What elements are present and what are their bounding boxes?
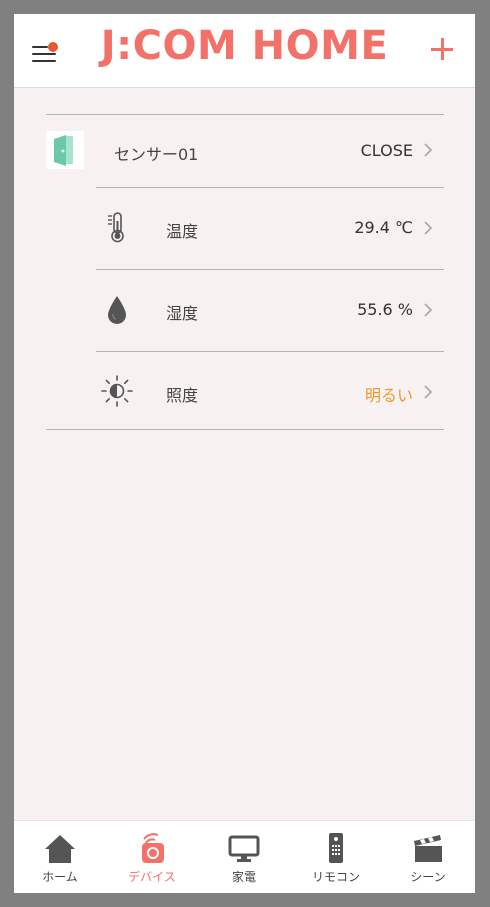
monitor-icon — [228, 835, 260, 862]
reading-row-humidity[interactable]: 湿度 55.6 % — [14, 270, 475, 351]
list-bottom-divider — [46, 429, 444, 430]
tab-remote[interactable]: リモコン — [290, 821, 382, 893]
bottom-tab-bar: ホーム デバイス 家電 リモコン シーン — [14, 820, 475, 893]
tab-label: ホーム — [42, 870, 78, 884]
device-icon — [142, 833, 164, 863]
reading-label: 湿度 — [166, 304, 199, 323]
tab-label: デバイス — [128, 870, 176, 884]
tab-label: リモコン — [311, 870, 360, 884]
app-logo: J:COM HOME — [100, 23, 389, 69]
add-button[interactable] — [427, 34, 457, 64]
tab-label: 家電 — [231, 870, 256, 884]
thermometer-icon — [108, 212, 124, 243]
tab-label: シーン — [410, 870, 446, 884]
app-header: J:COM HOME — [14, 14, 475, 88]
device-row-sensor01[interactable]: センサー01 CLOSE — [14, 114, 475, 188]
reading-row-illuminance[interactable]: 照度 明るい — [14, 352, 475, 430]
device-name: センサー01 — [114, 145, 199, 164]
tab-scene[interactable]: シーン — [382, 821, 474, 893]
device-status: CLOSE — [360, 141, 413, 160]
app-screen: J:COM HOME センサー01 CLOSE 温度 29.4 ℃ 湿度 55.… — [14, 14, 475, 893]
chevron-right-icon — [424, 385, 433, 399]
reading-label: 照度 — [166, 386, 199, 405]
water-drop-icon — [108, 296, 126, 324]
reading-row-temperature[interactable]: 温度 29.4 ℃ — [14, 188, 475, 269]
chevron-right-icon — [424, 303, 433, 317]
reading-value: 55.6 % — [357, 300, 413, 319]
remote-icon — [329, 833, 343, 863]
chevron-right-icon — [424, 221, 433, 235]
chevron-right-icon — [424, 143, 433, 157]
clapperboard-icon — [414, 835, 442, 862]
reading-label: 温度 — [166, 222, 199, 241]
tab-appliances[interactable]: 家電 — [198, 821, 290, 893]
tab-device[interactable]: デバイス — [106, 821, 198, 893]
brightness-icon — [101, 375, 133, 407]
home-icon — [45, 835, 75, 863]
reading-value: 29.4 ℃ — [354, 218, 413, 237]
tab-home[interactable]: ホーム — [14, 821, 106, 893]
reading-value: 明るい — [364, 386, 413, 405]
